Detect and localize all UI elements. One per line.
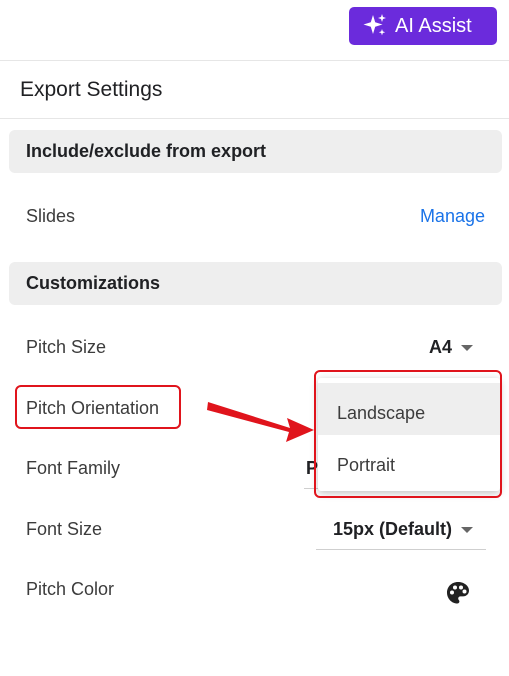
export-settings-page: AI Assist Export Settings Include/exclud… — [0, 0, 509, 676]
annotation-arrow — [207, 402, 314, 442]
